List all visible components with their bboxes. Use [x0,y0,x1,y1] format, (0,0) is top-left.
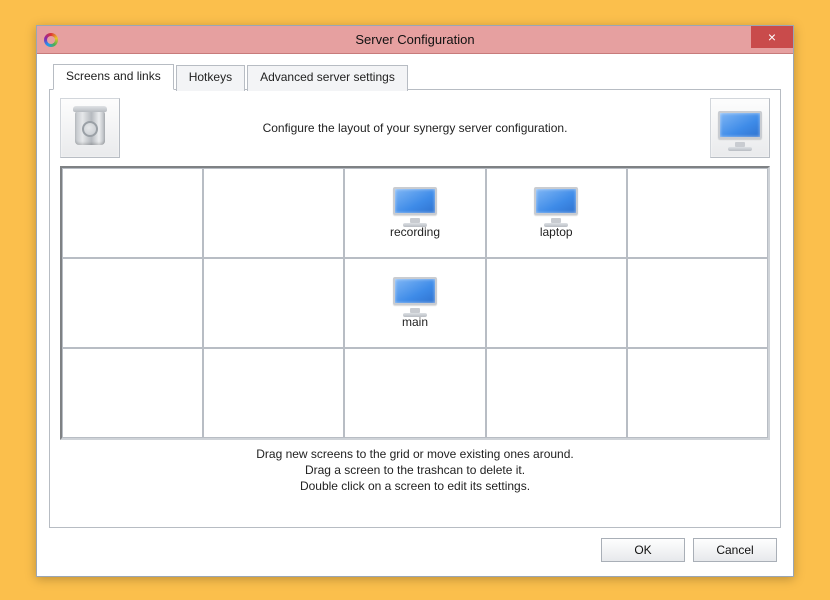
cancel-button[interactable]: Cancel [693,538,777,562]
grid-cell[interactable] [627,258,768,348]
grid-cell[interactable] [486,258,627,348]
help-text: Drag new screens to the grid or move exi… [60,440,770,497]
monitor-icon [393,187,437,221]
screen-label: laptop [540,225,573,239]
grid-cell[interactable] [62,258,203,348]
monitor-icon [718,111,762,145]
help-line-2: Drag a screen to the trashcan to delete … [60,462,770,478]
top-row: Configure the layout of your synergy ser… [60,98,770,158]
grid-cell[interactable] [203,348,344,438]
tab-label: Advanced server settings [260,70,395,84]
button-label: OK [634,543,651,557]
screen-label: recording [390,225,440,239]
grid-cell[interactable] [62,168,203,258]
help-line-1: Drag new screens to the grid or move exi… [60,446,770,462]
tab-hotkeys[interactable]: Hotkeys [176,65,245,91]
grid-cell[interactable] [203,258,344,348]
ok-button[interactable]: OK [601,538,685,562]
app-icon [43,32,59,48]
instruction-text: Configure the layout of your synergy ser… [130,121,700,135]
grid-cell[interactable] [486,348,627,438]
close-icon: × [768,29,776,45]
client-area: Screens and links Hotkeys Advanced serve… [37,54,793,576]
screen-layout-grid[interactable]: recording laptop main [60,166,770,440]
tab-advanced-server-settings[interactable]: Advanced server settings [247,65,408,91]
tab-strip: Screens and links Hotkeys Advanced serve… [49,64,781,90]
grid-cell-main[interactable]: main [344,258,485,348]
window-title: Server Configuration [37,32,793,47]
tab-panel-screens: Configure the layout of your synergy ser… [49,89,781,528]
tab-label: Hotkeys [189,70,232,84]
server-configuration-window: Server Configuration × Screens and links… [36,25,794,577]
trashcan-icon [75,111,105,145]
grid-cell[interactable] [627,348,768,438]
monitor-icon [534,187,578,221]
grid-cell[interactable] [344,348,485,438]
grid-cell[interactable] [627,168,768,258]
grid-cell-laptop[interactable]: laptop [486,168,627,258]
screen-label: main [402,315,428,329]
grid-cell[interactable] [203,168,344,258]
monitor-icon [393,277,437,311]
close-button[interactable]: × [751,26,793,48]
titlebar: Server Configuration × [37,26,793,54]
help-line-3: Double click on a screen to edit its set… [60,478,770,494]
dialog-button-row: OK Cancel [49,528,781,564]
grid-cell-recording[interactable]: recording [344,168,485,258]
tab-label: Screens and links [66,69,161,83]
tab-screens-and-links[interactable]: Screens and links [53,64,174,90]
grid-cell[interactable] [62,348,203,438]
button-label: Cancel [716,543,753,557]
trashcan-button[interactable] [60,98,120,158]
new-screen-source[interactable] [710,98,770,158]
